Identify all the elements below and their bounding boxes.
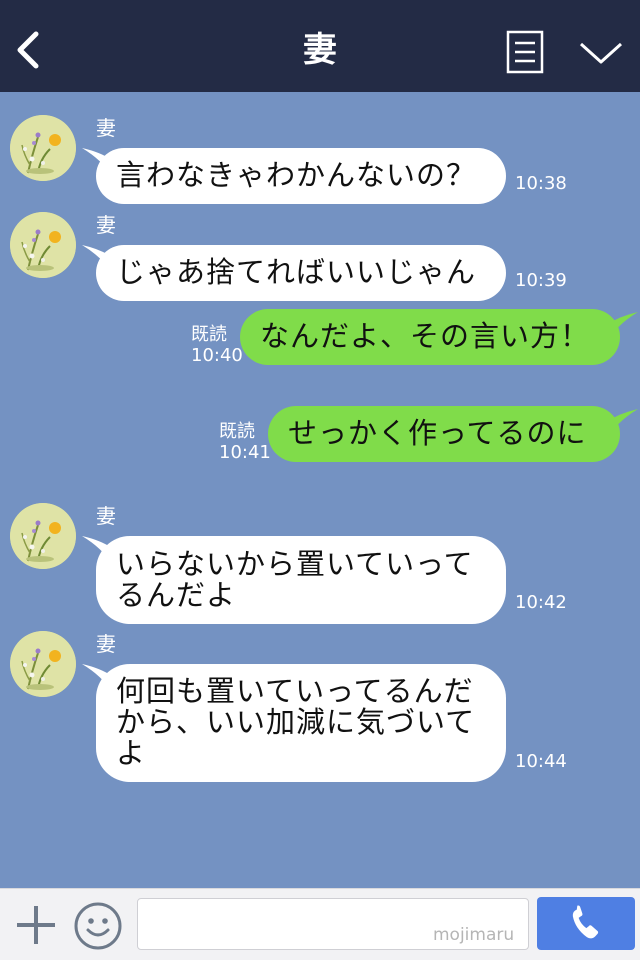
message-input[interactable] [137, 898, 529, 950]
flower-avatar-icon [10, 503, 76, 569]
flower-avatar-icon [10, 115, 76, 181]
read-receipt: 既読 10:41 [219, 421, 271, 463]
chat-title: 妻 [303, 30, 337, 70]
chat-header: 妻 [0, 0, 640, 92]
add-button[interactable] [14, 903, 58, 947]
avatar[interactable] [10, 503, 76, 569]
avatar[interactable] [10, 212, 76, 278]
message-bubble[interactable]: 言わなきゃわかんないの？ [96, 148, 506, 204]
message-text: 言わなきゃわかんないの？ [116, 158, 477, 192]
read-receipt: 既読 10:40 [191, 324, 243, 366]
message-composer: mojimaru [0, 888, 640, 960]
flower-avatar-icon [10, 212, 76, 278]
list-icon [506, 30, 544, 74]
message-bubble[interactable]: いらないから置いていって るんだよ [96, 536, 506, 624]
bubble-tail [608, 312, 638, 340]
sender-name: 妻 [96, 504, 116, 528]
chevron-down-icon [579, 42, 623, 64]
message-time: 10:39 [515, 270, 567, 291]
sender-name: 妻 [96, 116, 116, 140]
sender-name: 妻 [96, 632, 116, 656]
read-label: 既読 [191, 324, 227, 345]
phone-icon [572, 905, 599, 939]
smiley-icon [74, 902, 122, 950]
message-text-line: いらないから置いていって [116, 547, 474, 581]
message-time: 10:40 [191, 345, 243, 366]
message-text-line: るんだよ [116, 578, 237, 612]
avatar[interactable] [10, 631, 76, 697]
bubble-tail [608, 409, 638, 437]
message-text: なんだよ、その言い方！ [260, 319, 591, 353]
message-text-line: から、いい加減に気づいて [116, 705, 476, 739]
message-text-line: 何回も置いていってるんだ [116, 674, 474, 708]
message-bubble[interactable]: せっかく作ってるのに [268, 406, 620, 462]
collapse-button[interactable] [577, 38, 625, 70]
chat-screen: 妻 妻 言わなきゃわかんないの？ 10:38 妻 じゃあ捨てればいいじゃん 10… [0, 0, 640, 960]
emoji-button[interactable] [73, 901, 123, 951]
menu-button[interactable] [506, 30, 544, 74]
message-time: 10:38 [515, 173, 567, 194]
sender-name: 妻 [96, 213, 116, 237]
call-button[interactable] [537, 897, 635, 950]
flower-avatar-icon [10, 631, 76, 697]
message-time: 10:42 [515, 592, 567, 613]
message-bubble[interactable]: じゃあ捨てればいいじゃん [96, 245, 506, 301]
read-label: 既読 [219, 421, 255, 442]
message-text: せっかく作ってるのに [288, 416, 587, 450]
message-time: 10:41 [219, 442, 271, 463]
chevron-left-icon [17, 31, 39, 69]
message-bubble[interactable]: なんだよ、その言い方！ [240, 309, 620, 365]
message-time: 10:44 [515, 751, 567, 772]
message-text-line: よ [116, 736, 147, 770]
back-button[interactable] [10, 26, 50, 74]
plus-icon [17, 906, 55, 944]
message-text: じゃあ捨てればいいじゃん [116, 255, 477, 289]
message-bubble[interactable]: 何回も置いていってるんだ から、いい加減に気づいて よ [96, 664, 506, 782]
avatar[interactable] [10, 115, 76, 181]
